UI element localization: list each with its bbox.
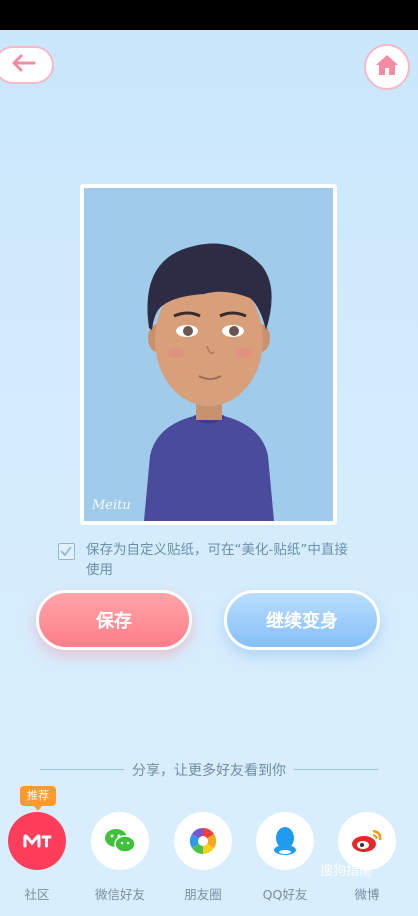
recommend-badge: 推荐: [20, 786, 56, 811]
save-sticker-option[interactable]: 保存为自定义贴纸，可在“美化-贴纸”中直接使用: [58, 540, 378, 580]
avatar-frame: Meitu: [80, 184, 337, 525]
share-weibo-label: 微博: [354, 887, 380, 902]
share-wechat-label: 微信好友: [94, 887, 145, 902]
meitu-icon: [8, 812, 66, 870]
back-button[interactable]: [0, 46, 54, 84]
qq-icon: [256, 812, 314, 870]
avatar-image: Meitu: [84, 188, 333, 521]
guide-watermark: 搜狗指南: [320, 864, 373, 879]
continue-transform-button[interactable]: 继续变身: [224, 590, 380, 650]
wechat-icon: [91, 812, 149, 870]
save-button[interactable]: 保存: [36, 590, 192, 650]
share-community-label: 社区: [24, 887, 50, 902]
sticker-checkbox[interactable]: [58, 543, 75, 560]
share-qq-label: QQ好友: [262, 887, 308, 902]
share-weibo[interactable]: 微博: [336, 812, 398, 903]
arrow-left-icon: [11, 54, 37, 76]
share-wechat[interactable]: 微信好友: [89, 812, 151, 903]
home-button[interactable]: [364, 44, 410, 90]
share-moments[interactable]: 朋友圈: [172, 812, 234, 903]
share-community[interactable]: 社区: [6, 812, 68, 903]
share-moments-label: 朋友圈: [184, 887, 222, 902]
home-icon: [375, 54, 399, 80]
share-qq[interactable]: QQ好友: [254, 812, 316, 903]
moments-icon: [174, 812, 232, 870]
share-title: 分享，让更多好友看到你: [132, 763, 286, 779]
avatar-watermark: Meitu: [92, 498, 131, 513]
status-bar: [0, 0, 418, 30]
divider-right: [294, 769, 378, 770]
sticker-checkbox-label: 保存为自定义贴纸，可在“美化-贴纸”中直接使用: [86, 542, 348, 578]
